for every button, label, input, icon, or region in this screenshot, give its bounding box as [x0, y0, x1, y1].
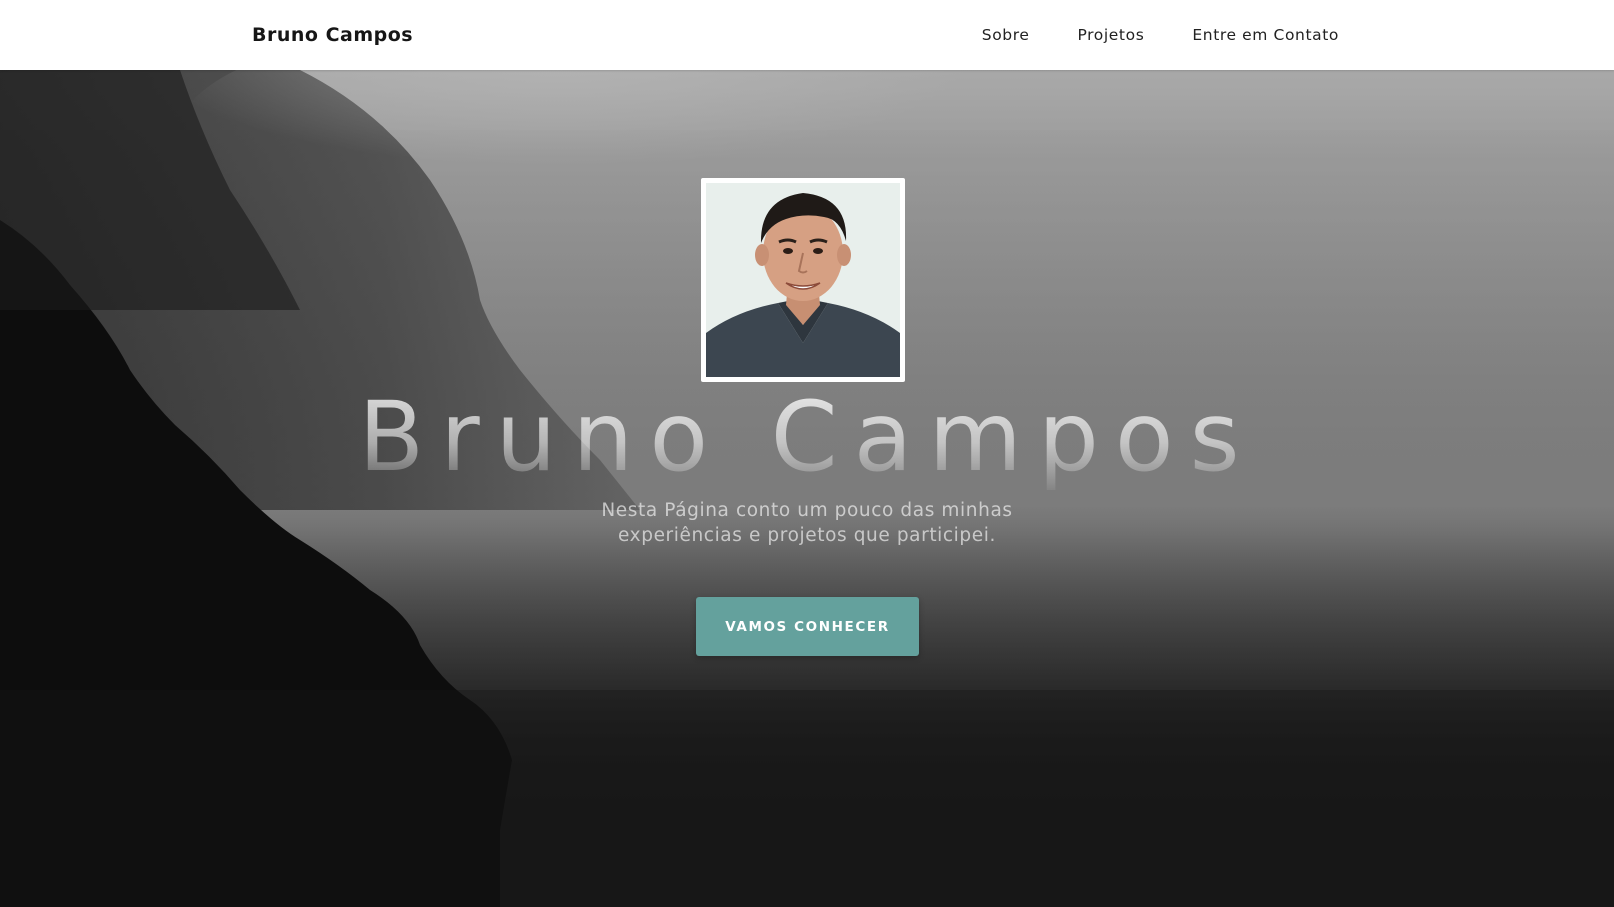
profile-avatar-image: [706, 183, 900, 377]
hero-title: Bruno Campos: [0, 382, 1614, 492]
vamos-conhecer-button[interactable]: VAMOS CONHECER: [696, 597, 919, 656]
hero-section: Bruno Campos Nesta Página conto um pouco…: [0, 70, 1614, 907]
nav-links: Sobre Projetos Entre em Contato: [982, 0, 1339, 70]
brand-logo-link[interactable]: Bruno Campos: [252, 0, 413, 70]
top-navbar: Bruno Campos Sobre Projetos Entre em Con…: [0, 0, 1614, 70]
profile-photo: [701, 178, 905, 382]
nav-link-sobre[interactable]: Sobre: [982, 26, 1030, 44]
nav-link-projetos[interactable]: Projetos: [1078, 26, 1145, 44]
nav-link-contato[interactable]: Entre em Contato: [1192, 26, 1339, 44]
hero-subtitle: Nesta Página conto um pouco das minhas e…: [601, 500, 1013, 546]
